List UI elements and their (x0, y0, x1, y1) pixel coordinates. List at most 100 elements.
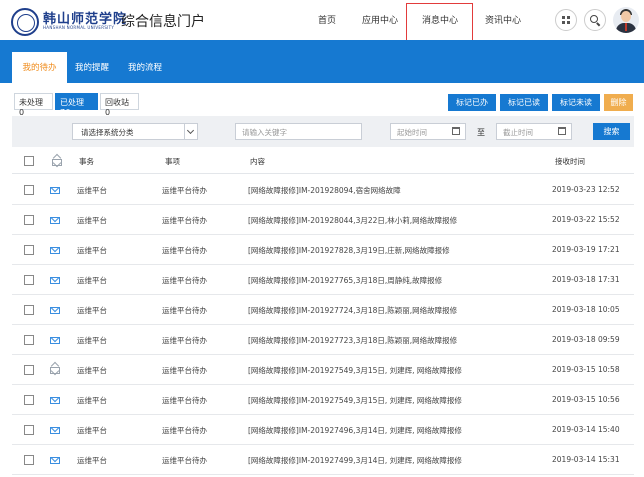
cell-item: 运维平台待办 (162, 456, 207, 465)
cell-received-time: 2019-03-22 15:52 (552, 215, 620, 224)
cell-item: 运维平台待办 (162, 396, 207, 405)
header-item: 事项 (165, 157, 180, 166)
cell-content[interactable]: [网络故障报修]IM-201928044,3月22日,林小莉,网络故障报修 (248, 215, 457, 226)
envelope-icon (50, 307, 60, 314)
envelope-icon (50, 187, 60, 194)
tab-my-reminders[interactable]: 我的提醒 (75, 52, 109, 83)
row-checkbox[interactable] (24, 185, 34, 195)
cell-affair: 运维平台 (77, 216, 107, 225)
mark-unread-button[interactable]: 标记未读 (552, 94, 600, 111)
delete-button[interactable]: 删除 (604, 94, 633, 111)
cell-content[interactable]: [网络故障报修]IM-201927496,3月14日, 刘建辉, 网络故障报修 (248, 425, 462, 436)
row-checkbox[interactable] (24, 275, 34, 285)
end-time-input[interactable]: 截止时间 (496, 123, 572, 140)
mark-read-button[interactable]: 标记已读 (500, 94, 548, 111)
cell-item: 运维平台待办 (162, 186, 207, 195)
cell-content[interactable]: [网络故障报修]IM-201928094,宿舍网络故障 (248, 185, 401, 196)
school-seal-logo (11, 8, 39, 36)
envelope-open-icon (52, 159, 62, 166)
envelope-icon (50, 427, 60, 434)
header-received-time: 接收时间 (555, 157, 585, 166)
cell-affair: 运维平台 (77, 186, 107, 195)
cell-item: 运维平台待办 (162, 336, 207, 345)
filter-unprocessed[interactable]: 未处理 0 (14, 93, 53, 117)
select-all-checkbox[interactable] (24, 156, 34, 166)
search-submit-button[interactable]: 搜索 (593, 123, 630, 140)
row-checkbox[interactable] (24, 245, 34, 255)
nav-home[interactable]: 首页 (318, 13, 336, 26)
filter-processed[interactable]: 已处理 76 (55, 93, 98, 117)
cell-content[interactable]: [网络故障报修]IM-201927549,3月15日, 刘建辉, 网络故障报修 (248, 395, 462, 406)
envelope-open-icon (50, 367, 60, 374)
cell-received-time: 2019-03-15 10:58 (552, 365, 620, 374)
grid-icon (562, 16, 570, 24)
filter-recycle-bin[interactable]: 回收站 0 (100, 93, 139, 117)
nav-news-center[interactable]: 资讯中心 (485, 13, 521, 26)
cell-affair: 运维平台 (77, 336, 107, 345)
chevron-down-icon (184, 124, 197, 139)
cell-content[interactable]: [网络故障报修]IM-201927828,3月19日,庄新,网络故障报修 (248, 245, 450, 256)
envelope-icon (50, 337, 60, 344)
apps-grid-button[interactable] (555, 9, 577, 31)
row-checkbox[interactable] (24, 305, 34, 315)
cell-affair: 运维平台 (77, 456, 107, 465)
nav-app-center[interactable]: 应用中心 (362, 13, 398, 26)
user-avatar[interactable] (613, 7, 639, 33)
envelope-icon (50, 217, 60, 224)
keyword-input[interactable]: 请输入关键字 (235, 123, 362, 140)
envelope-icon (50, 277, 60, 284)
cell-item: 运维平台待办 (162, 426, 207, 435)
school-name-en: HANSHAN NORMAL UNIVERSITY (43, 25, 115, 30)
nav-active-highlight (406, 3, 473, 41)
start-time-input[interactable]: 起始时间 (390, 123, 466, 140)
row-checkbox[interactable] (24, 425, 34, 435)
mark-done-button[interactable]: 标记已办 (448, 94, 496, 111)
row-checkbox[interactable] (24, 395, 34, 405)
cell-received-time: 2019-03-19 17:21 (552, 245, 620, 254)
cell-content[interactable]: [网络故障报修]IM-201927724,3月18日,陈颖丽,网络故障报修 (248, 305, 457, 316)
cell-received-time: 2019-03-18 10:05 (552, 305, 620, 314)
envelope-icon (50, 457, 60, 464)
row-checkbox[interactable] (24, 335, 34, 345)
cell-item: 运维平台待办 (162, 306, 207, 315)
cell-content[interactable]: [网络故障报修]IM-201927549,3月15日, 刘建辉, 网络故障报修 (248, 365, 462, 376)
cell-affair: 运维平台 (77, 276, 107, 285)
portal-title: 综合信息门户 (121, 14, 205, 30)
start-time-placeholder: 起始时间 (397, 128, 427, 137)
cell-affair: 运维平台 (77, 306, 107, 315)
cell-content[interactable]: [网络故障报修]IM-201927499,3月14日, 刘建辉, 网络故障报修 (248, 455, 462, 466)
envelope-icon (50, 397, 60, 404)
search-button[interactable] (584, 9, 606, 31)
calendar-icon (452, 127, 460, 135)
cell-affair: 运维平台 (77, 246, 107, 255)
calendar-icon (558, 127, 566, 135)
header-affair: 事务 (79, 157, 94, 166)
cell-item: 运维平台待办 (162, 366, 207, 375)
date-range-separator: 至 (477, 128, 485, 137)
search-icon (590, 15, 598, 23)
cell-affair: 运维平台 (77, 426, 107, 435)
cell-affair: 运维平台 (77, 396, 107, 405)
cell-item: 运维平台待办 (162, 276, 207, 285)
cell-item: 运维平台待办 (162, 216, 207, 225)
cell-received-time: 2019-03-14 15:40 (552, 425, 620, 434)
cell-received-time: 2019-03-18 17:31 (552, 275, 620, 284)
tab-my-workflows[interactable]: 我的流程 (128, 52, 162, 83)
cell-content[interactable]: [网络故障报修]IM-201927723,3月18日,陈颖丽,网络故障报修 (248, 335, 457, 346)
table-header (12, 148, 634, 174)
category-select-value: 请选择系统分类 (81, 128, 134, 137)
cell-received-time: 2019-03-14 15:31 (552, 455, 620, 464)
cell-received-time: 2019-03-15 10:56 (552, 395, 620, 404)
row-checkbox[interactable] (24, 365, 34, 375)
envelope-icon (50, 247, 60, 254)
category-select[interactable]: 请选择系统分类 (72, 123, 198, 140)
cell-affair: 运维平台 (77, 366, 107, 375)
row-checkbox[interactable] (24, 215, 34, 225)
header-content: 内容 (250, 157, 265, 166)
end-time-placeholder: 截止时间 (503, 128, 533, 137)
cell-received-time: 2019-03-18 09:59 (552, 335, 620, 344)
cell-received-time: 2019-03-23 12:52 (552, 185, 620, 194)
tab-my-todo[interactable]: 我的待办 (12, 52, 67, 83)
cell-content[interactable]: [网络故障报修]IM-201927765,3月18日,周静纯,故障报修 (248, 275, 442, 286)
row-checkbox[interactable] (24, 455, 34, 465)
